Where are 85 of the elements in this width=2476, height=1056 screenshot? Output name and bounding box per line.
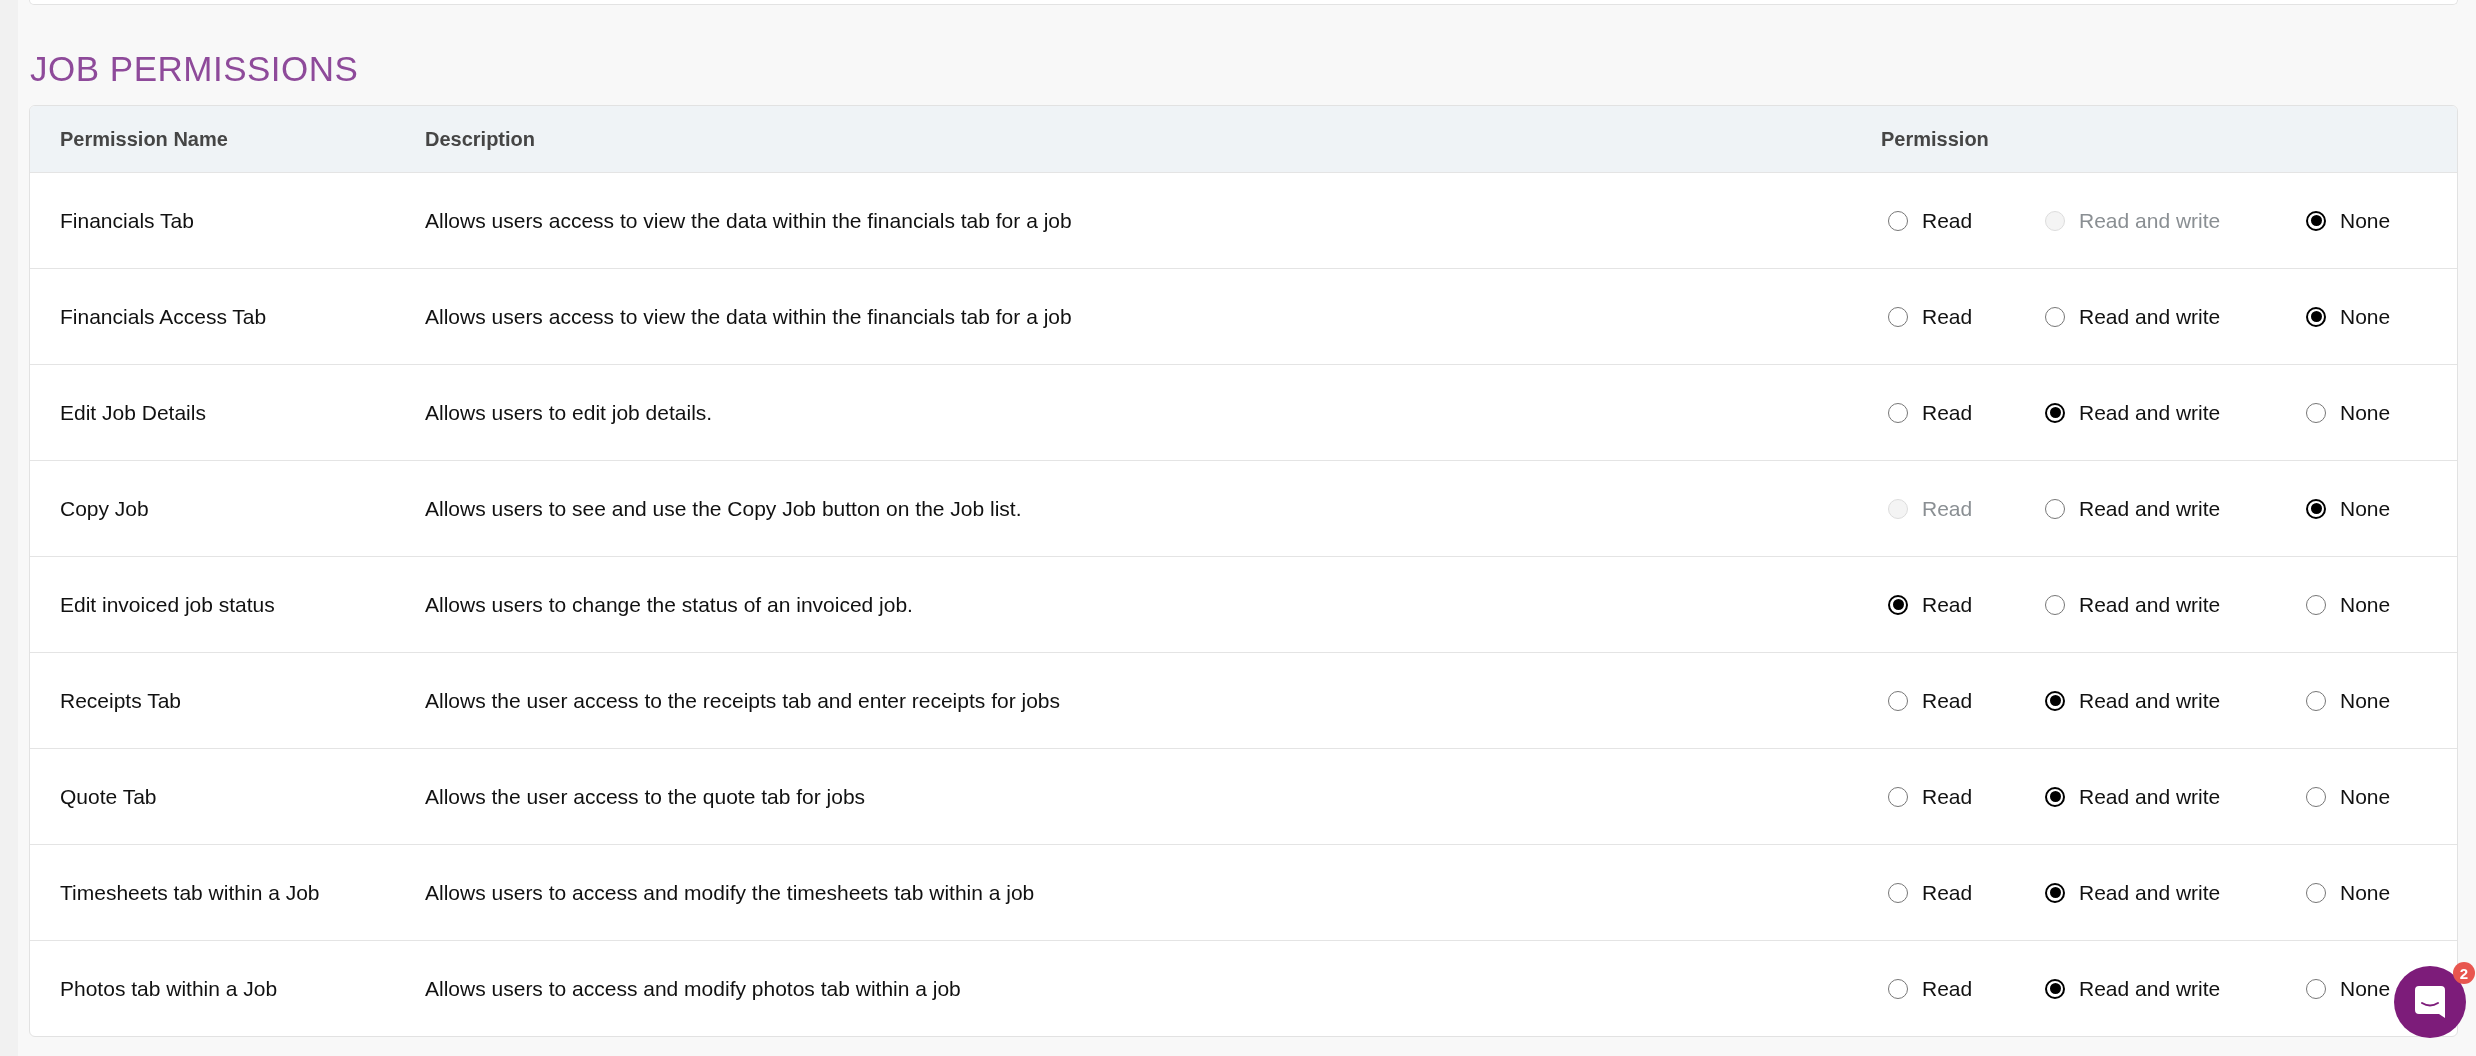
permission-name: Edit Job Details	[60, 400, 207, 425]
radio-option[interactable]: None	[2306, 976, 2391, 1001]
radio-label: None	[2340, 784, 2391, 809]
radio-label: Read	[1922, 496, 1973, 521]
radio-button[interactable]	[2045, 690, 2065, 711]
radio-button[interactable]	[2045, 978, 2065, 999]
radio-option[interactable]: Read	[1888, 688, 2045, 713]
permission-name: Financials Access Tab	[60, 304, 268, 329]
radio-option[interactable]: Read and write	[2045, 400, 2306, 425]
permission-description: Allows users to see and use the Copy Job button on the Job list.	[425, 496, 1023, 521]
radio-label: Read and write	[2079, 304, 2221, 329]
permission-description: Allows users to access and modify the timesheets tab within a job	[425, 880, 1036, 905]
permission-description: Allows users access to view the data within the financials tab for a job	[425, 304, 1073, 329]
radio-option[interactable]: Read and write	[2045, 880, 2306, 905]
radio-option[interactable]: None	[2306, 208, 2391, 233]
radio-label: Read and write	[2079, 496, 2221, 521]
radio-option[interactable]: Read	[1888, 592, 2045, 617]
permission-description: Allows users to change the status of an invoiced job.	[425, 592, 914, 617]
radio-option[interactable]: None	[2306, 880, 2391, 905]
radio-label: Read and write	[2079, 688, 2221, 713]
radio-option[interactable]: None	[2306, 304, 2391, 329]
permission-description: Allows users access to view the data within the financials tab for a job	[425, 208, 1073, 233]
radio-button[interactable]	[2045, 786, 2065, 807]
radio-option[interactable]: None	[2306, 496, 2391, 521]
radio-button[interactable]	[2045, 402, 2065, 423]
radio-button[interactable]	[2306, 498, 2326, 519]
radio-label: None	[2340, 208, 2391, 233]
radio-button[interactable]	[2306, 306, 2326, 327]
radio-option[interactable]: Read and write	[2045, 976, 2306, 1001]
radio-option[interactable]: Read and write	[2045, 784, 2306, 809]
radio-option[interactable]: Read and write	[2045, 688, 2306, 713]
section-title: JOB PERMISSIONS	[30, 49, 360, 89]
permission-name: Quote Tab	[60, 784, 158, 809]
radio-label: None	[2340, 688, 2391, 713]
radio-option[interactable]: Read	[1888, 880, 2045, 905]
radio-label: Read	[1922, 784, 1973, 809]
permission-name: Edit invoiced job status	[60, 592, 276, 617]
permission-name: Timesheets tab within a Job	[60, 880, 321, 905]
column-header: Description	[425, 127, 537, 151]
radio-label: Read and write	[2079, 592, 2221, 617]
radio-option[interactable]: None	[2306, 400, 2391, 425]
permission-name: Receipts Tab	[60, 688, 183, 713]
radio-label: Read and write	[2079, 400, 2221, 425]
radio-option[interactable]: None	[2306, 592, 2391, 617]
radio-option[interactable]: Read	[1888, 304, 2045, 329]
radio-label: Read	[1922, 976, 1973, 1001]
radio-option[interactable]: Read and write	[2045, 592, 2306, 617]
permission-description: Allows users to edit job details.	[425, 400, 714, 425]
permission-description: Allows the user access to the receipts tab and enter receipts for jobs	[425, 688, 1061, 713]
radio-label: None	[2340, 304, 2391, 329]
radio-label: Read	[1922, 208, 1973, 233]
radio-option[interactable]: Read	[1888, 208, 2045, 233]
radio-label: Read and write	[2079, 880, 2221, 905]
radio-label: None	[2340, 976, 2391, 1001]
radio-label: Read	[1922, 400, 1973, 425]
radio-option[interactable]: Read and write	[2045, 304, 2306, 329]
radio-label: Read and write	[2079, 208, 2221, 233]
radio-label: Read	[1922, 304, 1973, 329]
notification-badge: 2	[2453, 962, 2475, 984]
radio-option[interactable]: Read	[1888, 976, 2045, 1001]
permission-description: Allows the user access to the quote tab for jobs	[425, 784, 867, 809]
permission-name: Photos tab within a Job	[60, 976, 279, 1001]
permission-name: Copy Job	[60, 496, 150, 521]
radio-option[interactable]: None	[2306, 784, 2391, 809]
permission-name: Financials Tab	[60, 208, 195, 233]
radio-button[interactable]	[2306, 210, 2326, 231]
radio-option[interactable]: Read	[1888, 784, 2045, 809]
column-header: Permission Name	[60, 127, 229, 151]
radio-label: Read	[1922, 592, 1973, 617]
radio-label: None	[2340, 496, 2391, 521]
column-header: Permission	[1881, 127, 1990, 151]
radio-label: Read and write	[2079, 784, 2221, 809]
radio-button[interactable]	[2045, 882, 2065, 903]
radio-label: None	[2340, 400, 2391, 425]
permission-description: Allows users to access and modify photos tab within a job	[425, 976, 962, 1001]
radio-label: Read	[1922, 688, 1973, 713]
radio-label: Read	[1922, 880, 1973, 905]
radio-option[interactable]: Read and write	[2045, 496, 2306, 521]
radio-button[interactable]	[1888, 594, 1908, 615]
chat-icon	[2415, 986, 2445, 1018]
radio-option[interactable]: Read	[1888, 400, 2045, 425]
radio-option[interactable]: None	[2306, 688, 2391, 713]
radio-label: Read and write	[2079, 976, 2221, 1001]
radio-label: None	[2340, 880, 2391, 905]
radio-label: None	[2340, 592, 2391, 617]
